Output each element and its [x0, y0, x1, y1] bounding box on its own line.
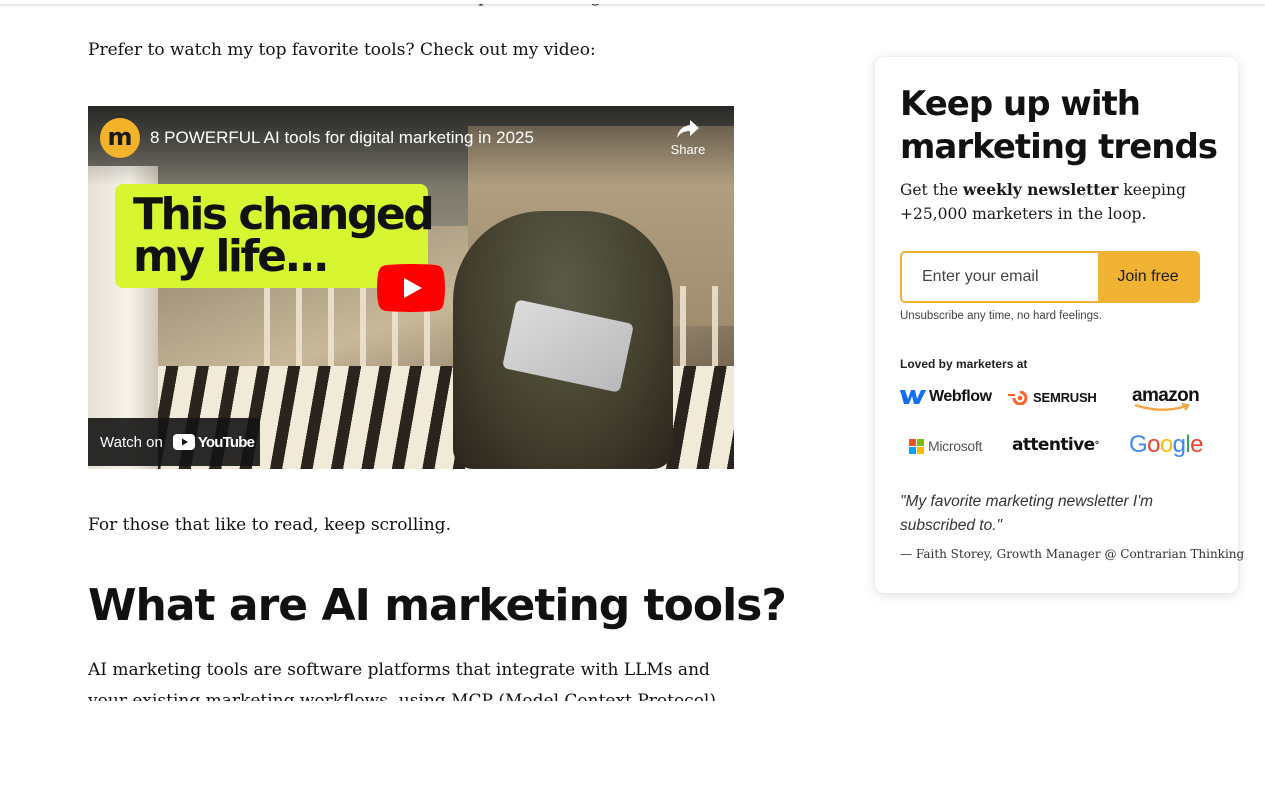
- loved-by-label: Loved by marketers at: [900, 357, 1028, 371]
- google-letter: o: [1159, 431, 1173, 458]
- newsletter-card: Keep up with marketing trends Get the we…: [875, 57, 1244, 593]
- google-letter: e: [1190, 431, 1203, 458]
- section-paragraph: AI marketing tools are software platform…: [88, 660, 722, 701]
- attentive-wordmark: attentive: [1012, 435, 1095, 455]
- semrush-wordmark: SEMRUSH: [1033, 390, 1097, 405]
- subtitle-prefix: Get the: [900, 181, 964, 199]
- google-logo: Google: [1129, 431, 1203, 459]
- subtitle-bold: weekly newsletter: [963, 180, 1119, 199]
- youtube-logo: YouTube: [172, 433, 255, 451]
- video-intro-text: Prefer to watch my top favorite tools? C…: [88, 40, 596, 60]
- microsoft-logo: Microsoft: [909, 438, 982, 454]
- youtube-icon: [172, 434, 195, 450]
- share-label: Share: [670, 142, 706, 157]
- google-letter: o: [1147, 431, 1160, 458]
- share-button[interactable]: Share: [666, 120, 710, 157]
- youtube-wordmark: YouTube: [197, 433, 255, 451]
- testimonial-quote: "My favorite marketing newsletter I'm su…: [900, 493, 1154, 534]
- share-icon: [677, 120, 699, 138]
- attentive-logo: attentive °: [1012, 435, 1100, 455]
- testimonial-attribution: — Faith Storey, Growth Manager @ Contrar…: [900, 547, 1245, 561]
- watch-on-youtube-button[interactable]: Watch on YouTube: [88, 418, 260, 466]
- youtube-video-embed[interactable]: m 8 POWERFUL AI tools for digital market…: [88, 106, 734, 469]
- top-header-edge: [0, 0, 1265, 4]
- email-input[interactable]: [902, 253, 1098, 301]
- amazon-smile-icon: [1134, 403, 1191, 411]
- webflow-logo: Webflow: [900, 388, 992, 406]
- unsubscribe-note: Unsubscribe any time, no hard feelings.: [900, 310, 1102, 322]
- webflow-wordmark: Webflow: [929, 388, 992, 405]
- newsletter-title: Keep up with marketing trends: [900, 84, 1218, 167]
- semrush-icon: [1008, 390, 1028, 405]
- google-letter: g: [1172, 431, 1186, 458]
- join-free-button[interactable]: Join free: [1098, 253, 1198, 301]
- watch-on-label: Watch on: [100, 433, 163, 451]
- attentive-mark: °: [1094, 439, 1100, 451]
- section-heading: What are AI marketing tools?: [88, 580, 787, 631]
- semrush-logo: SEMRUSH: [1008, 390, 1097, 405]
- video-title-link[interactable]: 8 POWERFUL AI tools for digital marketin…: [150, 127, 534, 149]
- play-icon[interactable]: [377, 264, 445, 312]
- microsoft-wordmark: Microsoft: [928, 438, 983, 454]
- google-letter: G: [1129, 431, 1148, 458]
- microsoft-icon: [909, 438, 924, 454]
- channel-logo[interactable]: m: [100, 118, 140, 158]
- amazon-logo: amazon: [1132, 385, 1200, 412]
- newsletter-form: Join free: [900, 251, 1200, 303]
- webflow-icon: [900, 390, 926, 404]
- newsletter-subtitle: Get the weekly newsletter keeping +25,00…: [900, 178, 1220, 226]
- read-note-text: For those that like to read, keep scroll…: [88, 515, 451, 535]
